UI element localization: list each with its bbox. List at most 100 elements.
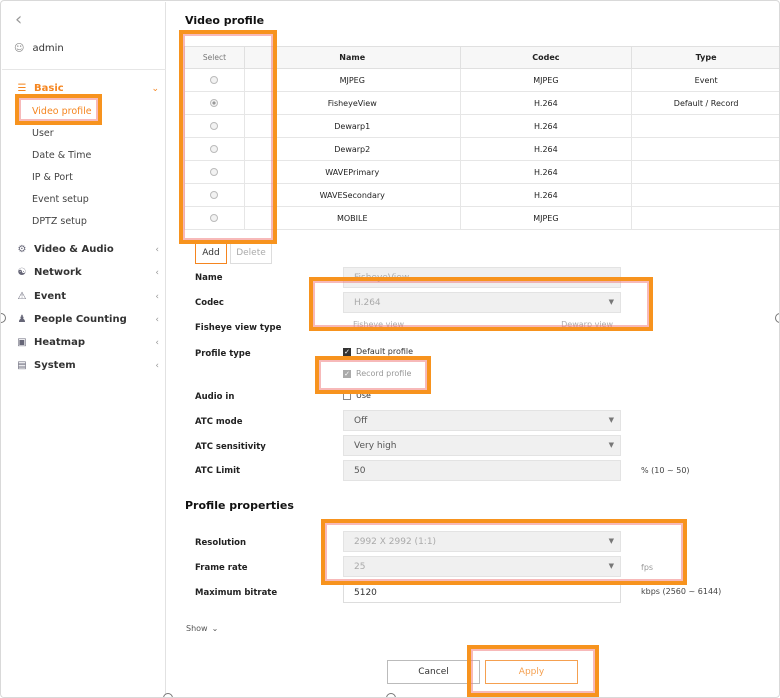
menu-heatmap[interactable]: ▣ Heatmap ‹ [14, 337, 159, 348]
menu-system[interactable]: ▤ System ‹ [14, 360, 159, 371]
profile-codec-cell: H.264 [459, 183, 633, 207]
main-content: Video profile Select Name Codec Type MJP… [167, 2, 779, 697]
show-label: Show [186, 624, 208, 633]
chevron-down-icon: ⌄ [151, 83, 159, 94]
fisheye-option-fisheye[interactable]: Fisheye view [353, 320, 404, 329]
resize-handle[interactable] [386, 693, 396, 697]
resolution-select[interactable]: 2992 X 2992 (1:1) ▼ [343, 531, 621, 552]
select-radio[interactable] [210, 145, 219, 153]
add-button[interactable]: Add [195, 242, 227, 264]
profile-name-cell: MOBILE [243, 206, 461, 230]
menu-people-counting[interactable]: ♟ People Counting ‹ [14, 314, 159, 325]
window-frame: ‹ ☺ admin ☰ Basic ⌄ Video profile User D… [0, 0, 780, 698]
table-row[interactable]: Dewarp1 H.264 [184, 114, 779, 138]
codec-select[interactable]: H.264 ▼ [343, 292, 621, 313]
chevron-left-icon: ‹ [155, 267, 159, 278]
table-row[interactable]: Dewarp2 H.264 [184, 137, 779, 161]
atc-sensitivity-label: ATC sensitivity [195, 442, 266, 452]
column-header-select: Select [184, 46, 245, 69]
chevron-left-icon: ‹ [155, 314, 159, 325]
frame-rate-select[interactable]: 25 ▼ [343, 556, 621, 577]
caret-down-icon: ▼ [608, 537, 614, 545]
profile-type-cell [631, 160, 779, 184]
back-icon[interactable]: ‹ [15, 11, 22, 29]
profile-type-cell [631, 183, 779, 207]
name-label: Name [195, 273, 223, 283]
sidebar-item-date-time[interactable]: Date & Time [32, 150, 91, 161]
table-row[interactable]: MJPEG MJPEG Event [184, 68, 779, 92]
sidebar-item-ip-port[interactable]: IP & Port [32, 172, 73, 183]
sidebar-item-user[interactable]: User [32, 128, 54, 139]
profile-codec-cell: H.264 [459, 160, 633, 184]
caret-down-icon: ▼ [608, 416, 614, 424]
chevron-left-icon: ‹ [155, 360, 159, 371]
maximum-bitrate-unit: kbps (2560 ~ 6144) [641, 587, 722, 596]
checkbox-checked-icon: ✓ [343, 369, 351, 378]
maximum-bitrate-input[interactable]: 5120 [343, 582, 621, 603]
fisheye-option-dewarp[interactable]: Dewarp view [561, 320, 613, 329]
select-cell [184, 137, 245, 161]
atc-sensitivity-select[interactable]: Very high ▼ [343, 435, 621, 456]
profile-codec-cell: H.264 [459, 91, 633, 115]
select-radio[interactable] [210, 122, 219, 130]
sidebar-item-event-setup[interactable]: Event setup [32, 194, 89, 205]
default-profile-label: Default profile [356, 347, 414, 356]
profile-name-cell: MJPEG [243, 68, 461, 92]
profile-codec-cell: H.264 [459, 137, 633, 161]
menu-basic[interactable]: ☰ Basic ⌄ [14, 83, 159, 94]
sidebar-item-video-profile[interactable]: Video profile [32, 106, 92, 117]
profile-codec-cell: H.264 [459, 114, 633, 138]
resize-handle[interactable] [163, 693, 173, 697]
resize-handle[interactable] [775, 313, 779, 323]
caret-down-icon: ▼ [608, 441, 614, 449]
atc-mode-select[interactable]: Off ▼ [343, 410, 621, 431]
menu-people-counting-label: People Counting [34, 314, 127, 325]
atc-limit-input[interactable]: 50 [343, 460, 621, 481]
name-field[interactable]: FisheyeView [343, 267, 621, 288]
sidebar-item-dptz-setup[interactable]: DPTZ setup [32, 216, 87, 227]
profile-name-cell: Dewarp1 [243, 114, 461, 138]
profile-name-cell: WAVESecondary [243, 183, 461, 207]
profile-name-cell: Dewarp2 [243, 137, 461, 161]
show-toggle[interactable]: Show ⌄ [186, 624, 218, 633]
frame-rate-value: 25 [354, 561, 366, 572]
profile-type-cell [631, 206, 779, 230]
record-profile-checkbox[interactable]: ✓ Record profile [343, 369, 411, 378]
audio-use-label: Use [356, 391, 371, 400]
profile-name-cell: WAVEPrimary [243, 160, 461, 184]
select-radio[interactable] [210, 99, 219, 107]
menu-video-audio-label: Video & Audio [34, 244, 114, 255]
menu-event[interactable]: ⚠ Event ‹ [14, 291, 159, 302]
profile-name-cell: FisheyeView [243, 91, 461, 115]
table-row[interactable]: WAVESecondary H.264 [184, 183, 779, 207]
default-profile-checkbox[interactable]: ✓ Default profile [343, 347, 413, 356]
menu-system-label: System [34, 360, 76, 371]
caret-down-icon: ▼ [608, 562, 614, 570]
chevron-left-icon: ‹ [155, 337, 159, 348]
select-cell [184, 160, 245, 184]
select-radio[interactable] [210, 76, 219, 84]
heatmap-icon: ▣ [17, 337, 27, 348]
column-header-codec: Codec [459, 46, 633, 69]
atc-limit-label: ATC Limit [195, 466, 241, 476]
profile-codec-cell: MJPEG [459, 68, 633, 92]
menu-video-audio[interactable]: ⚙ Video & Audio ‹ [14, 244, 159, 255]
table-row[interactable]: MOBILE MJPEG [184, 206, 779, 230]
profile-type-cell: Event [631, 68, 779, 92]
chevron-left-icon: ‹ [155, 244, 159, 255]
table-row[interactable]: FisheyeView H.264 Default / Record [184, 91, 779, 115]
user-account[interactable]: ☺ admin [14, 43, 64, 54]
apply-button[interactable]: Apply [485, 660, 578, 684]
fisheye-view-type-label: Fisheye view type [195, 323, 282, 333]
atc-limit-unit: % (10 ~ 50) [641, 466, 690, 475]
audio-in-checkbox[interactable]: Use [343, 391, 371, 400]
menu-network[interactable]: ☯ Network ‹ [14, 267, 159, 278]
cancel-button[interactable]: Cancel [387, 660, 480, 684]
table-row[interactable]: WAVEPrimary H.264 [184, 160, 779, 184]
select-radio[interactable] [210, 191, 219, 199]
select-radio[interactable] [210, 214, 219, 222]
video-profile-table: Select Name Codec Type MJPEG MJPEG Event… [184, 46, 779, 230]
atc-mode-value: Off [354, 415, 368, 426]
select-radio[interactable] [210, 168, 219, 176]
delete-button[interactable]: Delete [230, 242, 272, 264]
